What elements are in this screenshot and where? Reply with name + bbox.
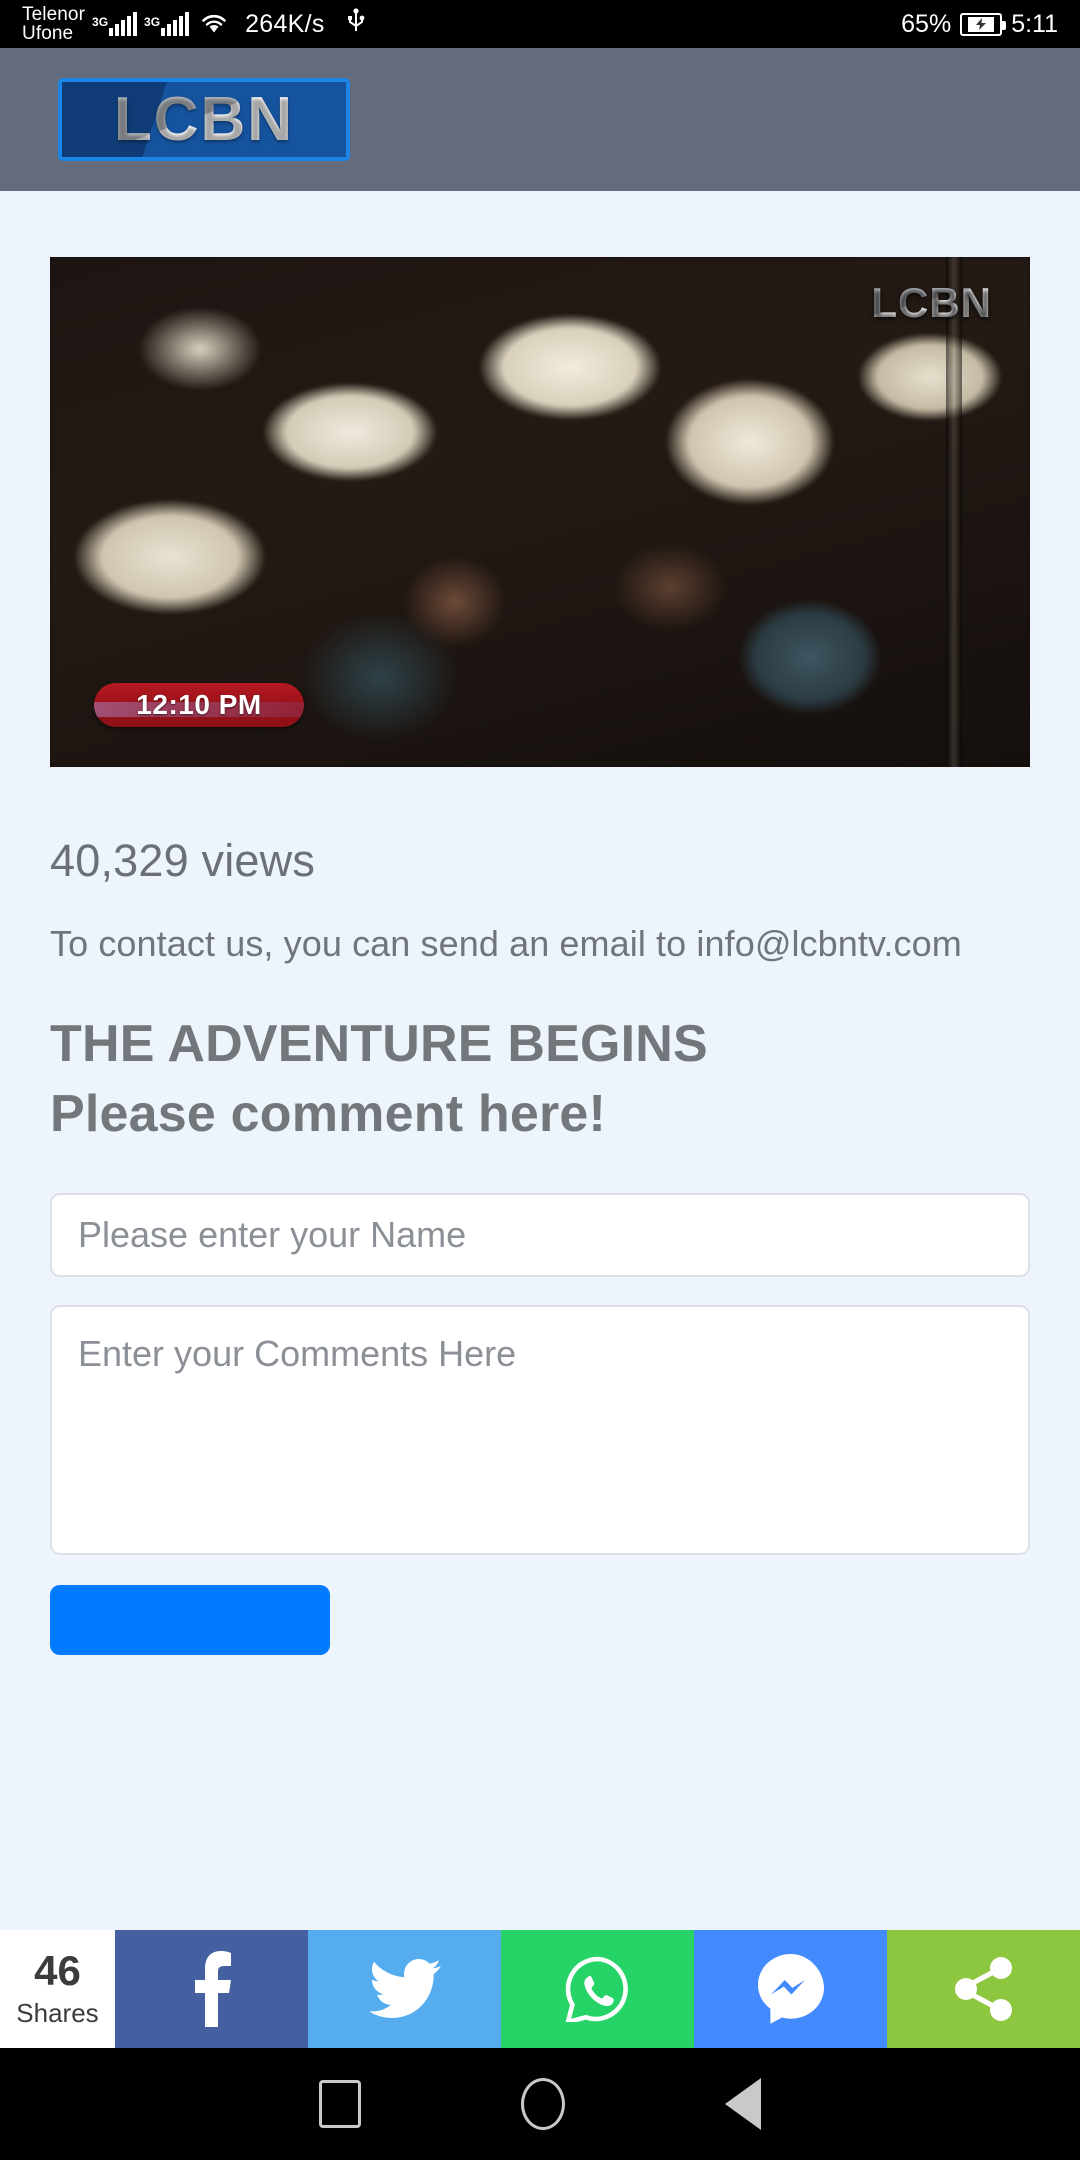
share-count-label: Shares xyxy=(16,1997,99,2028)
twitter-icon xyxy=(368,1959,441,2019)
comments-textarea[interactable]: Enter your Comments Here xyxy=(50,1304,1030,1555)
facebook-icon xyxy=(190,1951,234,2027)
article-heading: THE ADVENTURE BEGINS Please comment here… xyxy=(50,1010,1030,1148)
carrier-1-label: Telenor xyxy=(22,3,86,25)
battery-percent-label: 65% xyxy=(901,9,952,38)
share-button-whatsapp[interactable] xyxy=(501,1930,694,2048)
share-count: 46 Shares xyxy=(0,1930,115,2048)
share-button-facebook[interactable] xyxy=(115,1930,308,2048)
carrier-names: Telenor Ufone xyxy=(22,3,86,44)
sim2-network-type: 3G xyxy=(144,15,161,29)
home-circle-icon[interactable] xyxy=(521,2078,565,2130)
signal-bars-icon xyxy=(109,12,138,36)
battery-charging-icon xyxy=(960,12,1007,36)
lcbn-logo[interactable]: LCBN xyxy=(58,78,350,161)
share-button-twitter[interactable] xyxy=(308,1930,501,2048)
whatsapp-icon xyxy=(565,1956,631,2022)
messenger-icon xyxy=(757,1954,824,2024)
sim1-network-type: 3G xyxy=(92,15,109,29)
usb-icon xyxy=(346,8,366,40)
heading-line-1: THE ADVENTURE BEGINS xyxy=(50,1015,708,1074)
share-button-messenger[interactable] xyxy=(694,1930,887,2048)
sim1-signal: 3G xyxy=(92,12,138,36)
wifi-icon xyxy=(200,12,228,36)
page-content: LCBN 12:10 PM 40,329 views To contact us… xyxy=(0,191,1080,1655)
back-triangle-icon[interactable] xyxy=(725,2078,761,2130)
signal-bars-icon xyxy=(161,12,190,36)
heading-line-2: Please comment here! xyxy=(50,1084,607,1143)
content-top-spacer xyxy=(50,191,1030,257)
video-player[interactable]: LCBN 12:10 PM xyxy=(50,257,1030,767)
android-navigation-bar xyxy=(0,2048,1080,2160)
logo-text: LCBN xyxy=(113,85,295,154)
video-timestamp-label: 12:10 PM xyxy=(136,689,262,720)
video-vertical-strip xyxy=(946,257,962,767)
view-count-label: 40,329 views xyxy=(50,835,316,886)
name-input-placeholder: Please enter your Name xyxy=(78,1213,467,1255)
video-timestamp-badge: 12:10 PM xyxy=(94,683,304,727)
status-bar-left: Telenor Ufone 3G 3G 264K/s xyxy=(22,3,366,44)
video-watermark-lcbn: LCBN xyxy=(871,279,992,326)
network-speed-label: 264K/s xyxy=(245,9,325,38)
status-bar-right: 65% 5:11 xyxy=(901,10,1058,39)
share-nodes-icon xyxy=(953,1956,1015,2022)
submit-comment-button[interactable] xyxy=(50,1584,330,1655)
recents-square-icon[interactable] xyxy=(319,2080,361,2128)
social-share-bar: 46 Shares xyxy=(0,1930,1080,2048)
name-input[interactable]: Please enter your Name xyxy=(50,1192,1030,1277)
sim2-signal: 3G xyxy=(144,12,190,36)
contact-text: To contact us, you can send an email to … xyxy=(50,923,962,964)
clock-label: 5:11 xyxy=(1011,9,1058,38)
site-header: LCBN xyxy=(0,48,1080,191)
carrier-2-label: Ufone xyxy=(22,23,74,44)
comments-textarea-placeholder: Enter your Comments Here xyxy=(78,1332,517,1374)
android-status-bar: Telenor Ufone 3G 3G 264K/s 65% 5:11 xyxy=(0,0,1080,48)
share-count-number: 46 xyxy=(34,1946,81,1994)
share-button-more[interactable] xyxy=(887,1930,1080,2048)
